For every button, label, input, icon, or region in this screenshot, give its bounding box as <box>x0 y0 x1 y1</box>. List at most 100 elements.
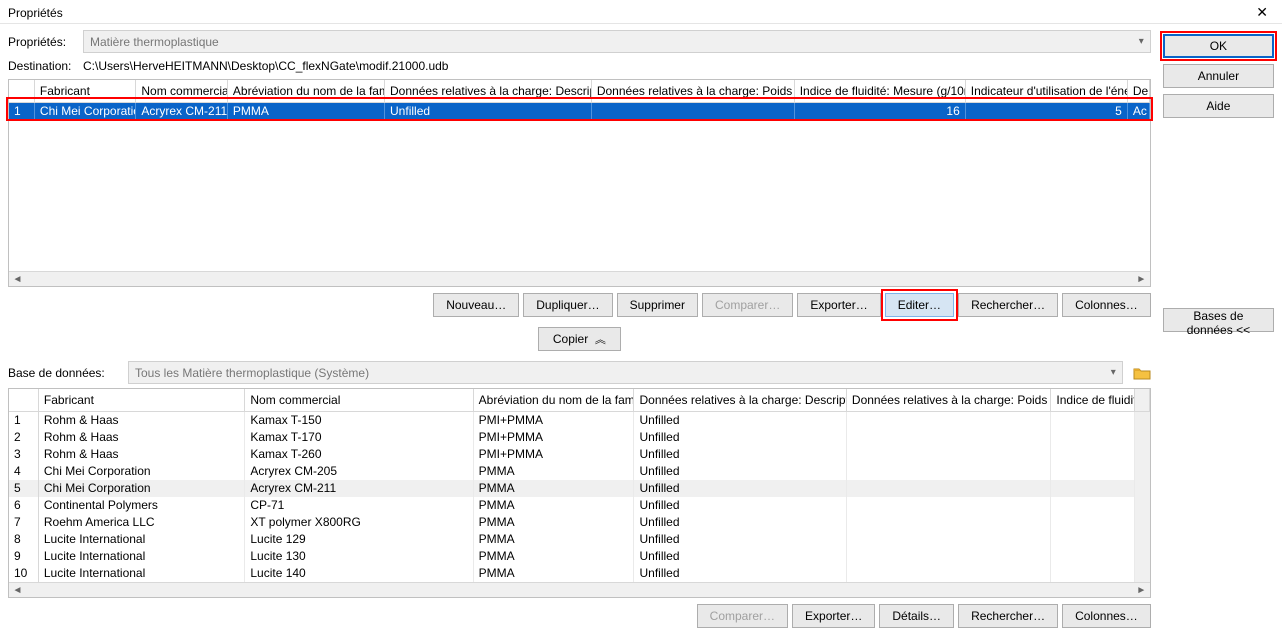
database-combo[interactable]: Tous les Matière thermoplastique (Systèm… <box>128 361 1123 384</box>
cell-abv: PMMA <box>474 463 635 480</box>
grid1-row-selected[interactable]: 1 Chi Mei Corporation Acryrex CM-211 PMM… <box>9 103 1150 121</box>
editer-button[interactable]: Editer… <box>885 293 954 317</box>
selected-materials-grid[interactable]: Fabricant Nom commercial Abréviation du … <box>8 79 1151 287</box>
table-row[interactable]: 1Rohm & HaasKamax T-150PMI+PMMAUnfilled <box>9 412 1150 429</box>
chevron-down-icon: ▾ <box>1139 36 1144 47</box>
bases-de-donnees-button[interactable]: Bases de données << <box>1163 308 1274 332</box>
table-row[interactable]: 2Rohm & HaasKamax T-170PMI+PMMAUnfilled <box>9 429 1150 446</box>
cell-nom: XT polymer X800RG <box>245 514 473 531</box>
cell-nom: Lucite 129 <box>245 531 473 548</box>
col-abreviation[interactable]: Abréviation du nom de la famille <box>228 80 385 102</box>
col2-fabricant[interactable]: Fabricant <box>39 389 245 411</box>
table-row[interactable]: 7Roehm America LLCXT polymer X800RGPMMAU… <box>9 514 1150 531</box>
cell-fab: Chi Mei Corporation <box>39 480 245 497</box>
cell-idx: 8 <box>9 531 39 548</box>
database-combo-value: Tous les Matière thermoplastique (Systèm… <box>135 366 369 380</box>
col2-flu[interactable]: Indice de fluidité: Me <box>1051 389 1134 411</box>
cell-flu <box>1051 531 1134 548</box>
cell-fab: Rohm & Haas <box>39 446 245 463</box>
table-row[interactable]: 8Lucite InternationalLucite 129PMMAUnfil… <box>9 531 1150 548</box>
cell-idx: 9 <box>9 548 39 565</box>
col-indice-fluidite[interactable]: Indice de fluidité: Mesure (g/10min) <box>795 80 966 102</box>
table-row[interactable]: 6Continental PolymersCP-71PMMAUnfilled <box>9 497 1150 514</box>
scroll-right-icon[interactable]: ► <box>1133 274 1150 285</box>
cell-nom: CP-71 <box>245 497 473 514</box>
cell-nom: Acryrex CM-205 <box>245 463 473 480</box>
grid2-toolbar: Comparer… Exporter… Détails… Rechercher…… <box>8 604 1151 628</box>
cell-flu <box>1051 446 1134 463</box>
grid2-hscrollbar[interactable]: ◄ ► <box>9 582 1150 597</box>
destination-row: Destination: C:\Users\HerveHEITMANN\Desk… <box>8 57 1151 75</box>
exporter2-button[interactable]: Exporter… <box>792 604 875 628</box>
table-row[interactable]: 4Chi Mei CorporationAcryrex CM-205PMMAUn… <box>9 463 1150 480</box>
col2-desc[interactable]: Données relatives à la charge: Descripti… <box>634 389 846 411</box>
database-label: Base de données: <box>8 366 118 380</box>
cell-desc: Unfilled <box>634 429 846 446</box>
table-row[interactable]: 5Chi Mei CorporationAcryrex CM-211PMMAUn… <box>9 480 1150 497</box>
cell-idx: 6 <box>9 497 39 514</box>
cell-nom: Acryrex CM-211 <box>136 103 228 121</box>
cell-pds <box>847 514 1052 531</box>
cell-nom: Lucite 130 <box>245 548 473 565</box>
annuler-button[interactable]: Annuler <box>1163 64 1274 88</box>
cell-pds <box>592 103 795 121</box>
cell-nrg: 5 <box>966 103 1128 121</box>
col-charge-poids[interactable]: Données relatives à la charge: Poids (%) <box>592 80 795 102</box>
cell-flu <box>1051 412 1134 429</box>
grid2-header[interactable]: Fabricant Nom commercial Abréviation du … <box>9 388 1150 412</box>
cell-desc: Unfilled <box>634 514 846 531</box>
scroll-right-icon[interactable]: ► <box>1133 585 1150 596</box>
cell-abv: PMMA <box>474 480 635 497</box>
cell-abv: PMMA <box>474 548 635 565</box>
grid1-header[interactable]: Fabricant Nom commercial Abréviation du … <box>9 79 1150 103</box>
cell-idx: 10 <box>9 565 39 582</box>
cell-pds <box>847 463 1052 480</box>
cell-desc: Unfilled <box>634 531 846 548</box>
scroll-left-icon[interactable]: ◄ <box>9 585 26 596</box>
cell-nom: Acryrex CM-211 <box>245 480 473 497</box>
cell-idx: 5 <box>9 480 39 497</box>
comparer-button: Comparer… <box>702 293 793 317</box>
col2-abv[interactable]: Abréviation du nom de la famille <box>474 389 635 411</box>
cell-pds <box>847 497 1052 514</box>
col2-pds[interactable]: Données relatives à la charge: Poids (%) <box>847 389 1051 411</box>
cell-flu <box>1051 497 1134 514</box>
col-indicateur-energie[interactable]: Indicateur d'utilisation de l'énergie <box>966 80 1128 102</box>
nouveau-button[interactable]: Nouveau… <box>433 293 519 317</box>
properties-combo[interactable]: Matière thermoplastique ▾ <box>83 30 1151 53</box>
database-grid[interactable]: Fabricant Nom commercial Abréviation du … <box>8 388 1151 598</box>
table-row[interactable]: 10Lucite InternationalLucite 140PMMAUnfi… <box>9 565 1150 582</box>
cell-fab: Lucite International <box>39 548 245 565</box>
col-fabricant[interactable]: Fabricant <box>35 80 136 102</box>
colonnes-button[interactable]: Colonnes… <box>1062 293 1151 317</box>
ok-button[interactable]: OK <box>1163 34 1274 58</box>
table-row[interactable]: 9Lucite InternationalLucite 130PMMAUnfil… <box>9 548 1150 565</box>
col-nom-commercial[interactable]: Nom commercial <box>136 80 228 102</box>
grid1-hscrollbar[interactable]: ◄ ► <box>9 271 1150 286</box>
open-folder-icon[interactable] <box>1133 365 1151 381</box>
copier-button[interactable]: Copier ︽ <box>538 327 621 351</box>
details-button[interactable]: Détails… <box>879 604 954 628</box>
cell-nom: Kamax T-260 <box>245 446 473 463</box>
col2-nom[interactable]: Nom commercial <box>245 389 473 411</box>
rechercher-button[interactable]: Rechercher… <box>958 293 1058 317</box>
supprimer-button[interactable]: Supprimer <box>617 293 698 317</box>
dupliquer-button[interactable]: Dupliquer… <box>523 293 612 317</box>
grid1-toolbar: Nouveau… Dupliquer… Supprimer Comparer… … <box>8 293 1151 317</box>
chevron-up-icon: ︽ <box>595 334 606 346</box>
table-row[interactable]: 3Rohm & HaasKamax T-260PMI+PMMAUnfilled <box>9 446 1150 463</box>
rechercher2-button[interactable]: Rechercher… <box>958 604 1058 628</box>
colonnes2-button[interactable]: Colonnes… <box>1062 604 1151 628</box>
col-de[interactable]: De <box>1128 80 1150 102</box>
cell-idx: 4 <box>9 463 39 480</box>
cell-fab: Continental Polymers <box>39 497 245 514</box>
scroll-left-icon[interactable]: ◄ <box>9 274 26 285</box>
cell-nom: Kamax T-170 <box>245 429 473 446</box>
cell-pds <box>847 446 1052 463</box>
aide-button[interactable]: Aide <box>1163 94 1274 118</box>
cell-fab: Roehm America LLC <box>39 514 245 531</box>
cell-desc: Unfilled <box>634 480 846 497</box>
exporter-button[interactable]: Exporter… <box>797 293 880 317</box>
col-charge-description[interactable]: Données relatives à la charge: Descripti… <box>385 80 592 102</box>
close-icon[interactable]: ✕ <box>1250 4 1274 21</box>
